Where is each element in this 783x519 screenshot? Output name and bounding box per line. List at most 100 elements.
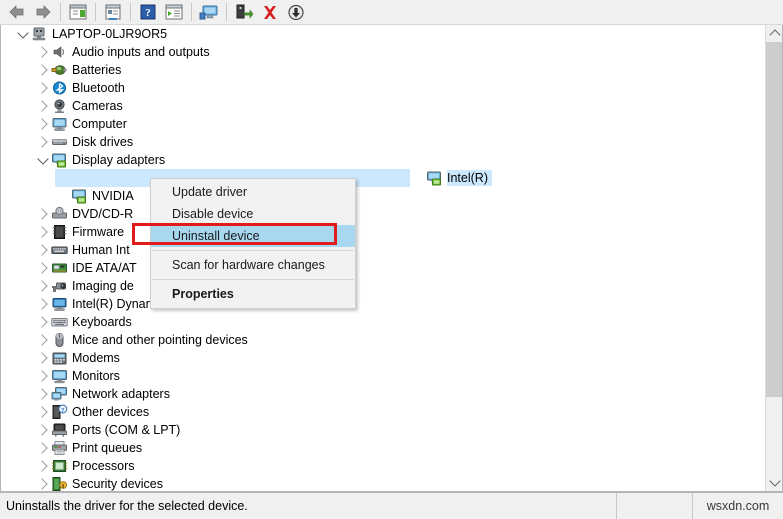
- view-button[interactable]: [162, 1, 186, 23]
- expand-toggle[interactable]: [35, 97, 51, 115]
- chevron-right-icon: [36, 244, 48, 256]
- expand-toggle[interactable]: [35, 367, 51, 385]
- tree-item-intel-r-dynamic-platform-and-thermal-framework[interactable]: Intel(R) Dynamic Platform and Thermal Fr…: [1, 295, 761, 313]
- tree-item-nvidia[interactable]: NVIDIA: [1, 187, 761, 205]
- tree-item-intel-r[interactable]: Intel(R): [1, 169, 761, 187]
- expand-toggle[interactable]: [35, 133, 51, 151]
- tree-item-imaging-de[interactable]: Imaging de: [1, 277, 761, 295]
- expand-toggle[interactable]: [35, 385, 51, 403]
- expand-toggle[interactable]: [35, 79, 51, 97]
- expand-toggle[interactable]: [35, 115, 51, 133]
- chevron-right-icon: [36, 64, 48, 76]
- tree-item-disk-drives[interactable]: Disk drives: [1, 133, 761, 151]
- device-tree-list[interactable]: LAPTOP-0LJR9OR5 Audio inputs and outputs…: [1, 25, 761, 491]
- tree-item-label: Print queues: [72, 441, 143, 455]
- menu-item-uninstall-device[interactable]: Uninstall device: [132, 223, 355, 247]
- tree-rows-container[interactable]: Audio inputs and outputs Batteries Bluetoo…: [1, 43, 761, 491]
- tree-row-root[interactable]: LAPTOP-0LJR9OR5: [1, 25, 761, 43]
- tree-item-processors[interactable]: Processors: [1, 457, 761, 475]
- tree-item-computer[interactable]: Computer: [1, 115, 761, 133]
- expand-toggle[interactable]: [35, 205, 51, 223]
- chevron-right-icon: [36, 334, 48, 346]
- tree-vertical-scrollbar[interactable]: [765, 25, 782, 491]
- scroll-up-button[interactable]: [766, 25, 782, 42]
- expand-toggle[interactable]: [35, 475, 51, 491]
- disable-device-button[interactable]: [284, 1, 308, 23]
- expand-toggle[interactable]: [35, 241, 51, 259]
- expand-toggle[interactable]: [35, 439, 51, 457]
- tree-item-label: Intel(R): [447, 170, 492, 186]
- chevron-up-icon: [768, 29, 781, 41]
- expand-toggle[interactable]: [35, 259, 51, 277]
- expand-toggle[interactable]: [35, 331, 51, 349]
- tree-item-audio-inputs-and-outputs[interactable]: Audio inputs and outputs: [1, 43, 761, 61]
- menu-item-update-driver[interactable]: Update driver: [151, 181, 355, 203]
- tree-item-other-devices[interactable]: ? Other devices: [1, 403, 761, 421]
- tree-item-firmware[interactable]: Firmware: [1, 223, 761, 241]
- tree-item-label: NVIDIA: [92, 189, 134, 203]
- tree-item-print-queues[interactable]: Print queues: [1, 439, 761, 457]
- device-context-menu[interactable]: Update driver Disable device Uninstall dev…: [132, 178, 356, 309]
- chevron-right-icon: [36, 298, 48, 310]
- tree-item-ports-com-lpt[interactable]: Ports (COM & LPT): [1, 421, 761, 439]
- right-arrow-icon: [36, 5, 51, 19]
- tree-item-monitors[interactable]: Monitors: [1, 367, 761, 385]
- menu-item-disable-device[interactable]: Disable device: [151, 203, 355, 225]
- expand-toggle[interactable]: [35, 61, 51, 79]
- expand-toggle[interactable]: [35, 277, 51, 295]
- toolbar-separator-5: [226, 3, 227, 21]
- svg-text:?: ?: [145, 7, 151, 19]
- expand-toggle[interactable]: [35, 223, 51, 241]
- expand-toggle[interactable]: [35, 43, 51, 61]
- help-button[interactable]: ?: [136, 1, 160, 23]
- tree-item-display-adapters[interactable]: Display adapters: [1, 151, 761, 169]
- tree-item-bluetooth[interactable]: Bluetooth: [1, 79, 761, 97]
- update-driver-button[interactable]: [232, 1, 256, 23]
- watermark: wsxdn.com: [706, 499, 770, 513]
- speaker-icon: [51, 44, 68, 60]
- forward-button[interactable]: [31, 1, 55, 23]
- tree-item-network-adapters[interactable]: Network adapters: [1, 385, 761, 403]
- toolbar-separator-2: [95, 3, 96, 21]
- tree-item-mice-and-other-pointing-devices[interactable]: Mice and other pointing devices: [1, 331, 761, 349]
- show-hide-console-tree-button[interactable]: [66, 1, 90, 23]
- expand-toggle[interactable]: [35, 151, 51, 169]
- status-bar-message: Uninstalls the driver for the selected d…: [0, 493, 617, 519]
- chevron-right-icon: [36, 352, 48, 364]
- tree-item-batteries[interactable]: Batteries: [1, 61, 761, 79]
- tree-item-ide-ata-at[interactable]: IDE ATA/AT: [1, 259, 761, 277]
- display-adapter-icon: [426, 170, 443, 186]
- scan-hardware-changes-button[interactable]: [197, 1, 221, 23]
- expand-toggle[interactable]: [35, 295, 51, 313]
- tree-item-cameras[interactable]: Cameras: [1, 97, 761, 115]
- chevron-right-icon: [36, 406, 48, 418]
- menu-item-scan-for-hardware-changes[interactable]: Scan for hardware changes: [151, 254, 355, 276]
- tree-item-human-int[interactable]: Human Int: [1, 241, 761, 259]
- expand-toggle[interactable]: [35, 403, 51, 421]
- properties-button[interactable]: [101, 1, 125, 23]
- tree-item-label: Firmware: [72, 225, 125, 239]
- scrollbar-thumb[interactable]: [766, 42, 782, 397]
- back-button[interactable]: [5, 1, 29, 23]
- tree-item-security-devices[interactable]: Security devices: [1, 475, 761, 491]
- menu-item-label: Disable device: [172, 207, 254, 221]
- expand-toggle[interactable]: [35, 421, 51, 439]
- tree-item-modems[interactable]: Modems: [1, 349, 761, 367]
- expand-toggle[interactable]: [35, 349, 51, 367]
- menu-separator: [152, 279, 354, 280]
- expand-toggle[interactable]: [35, 457, 51, 475]
- tree-item-label: Ports (COM & LPT): [72, 423, 181, 437]
- menu-item-properties[interactable]: Properties: [151, 283, 355, 305]
- chevron-down-icon: [768, 475, 781, 487]
- menu-item-label: Scan for hardware changes: [172, 258, 325, 272]
- device-tree-pane[interactable]: LAPTOP-0LJR9OR5 Audio inputs and outputs…: [0, 25, 783, 492]
- tree-item-keyboards[interactable]: Keyboards: [1, 313, 761, 331]
- expand-toggle[interactable]: [35, 313, 51, 331]
- status-bar-section-2: [617, 493, 693, 519]
- tree-item-dvd-cd-r[interactable]: DVD/CD-R: [1, 205, 761, 223]
- scroll-down-button[interactable]: [766, 474, 782, 491]
- menu-separator: [152, 250, 354, 251]
- root-expand-toggle[interactable]: [15, 25, 31, 43]
- uninstall-device-button[interactable]: [258, 1, 282, 23]
- chevron-right-icon: [36, 280, 48, 292]
